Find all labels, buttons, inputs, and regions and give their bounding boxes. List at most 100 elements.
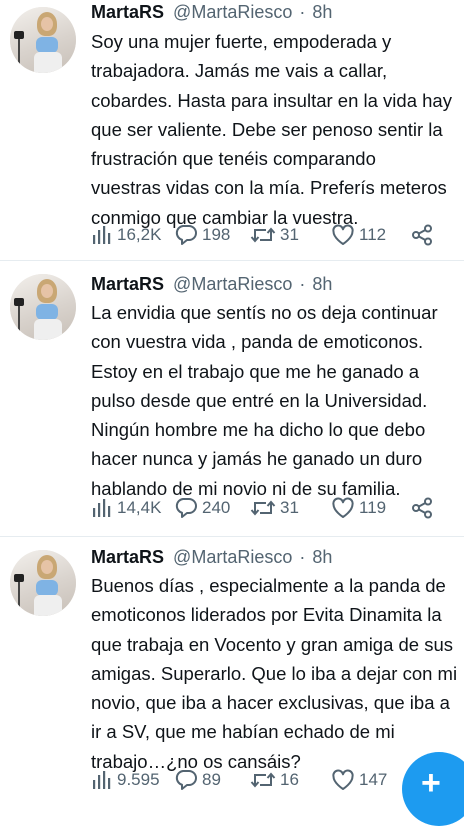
avatar-lamp [14, 31, 24, 39]
views-icon [93, 771, 111, 789]
avatar-lamp-stand [18, 304, 20, 338]
reply-count: 240 [202, 498, 231, 517]
heart-icon [332, 769, 354, 790]
tweet-header: MartaRS @MartaRiesco · 8h [91, 0, 332, 24]
tweet-text: La envidia que sentís no os deja continu… [91, 298, 464, 503]
user-handle[interactable]: @MartaRiesco [173, 547, 292, 567]
tweet-text-line: que trabaja en Vocento y gran amiga de s… [91, 633, 454, 655]
tweet-text: Soy una mujer fuerte, empoderada y traba… [91, 27, 464, 232]
reply-icon [175, 498, 197, 518]
share-icon [412, 497, 432, 519]
views-icon [93, 499, 111, 517]
compose-tweet-button[interactable]: + [402, 752, 464, 826]
reply-button[interactable]: 198 [174, 222, 230, 248]
avatar-lamp [14, 298, 24, 306]
avatar-top [36, 37, 58, 53]
avatar-face [41, 284, 53, 298]
retweet-count: 16 [280, 770, 299, 789]
reply-count: 89 [202, 770, 221, 789]
tweet-header: MartaRS @MartaRiesco · 8h [91, 545, 332, 569]
avatar[interactable] [10, 550, 76, 616]
display-name[interactable]: MartaRS [91, 547, 164, 567]
reply-button[interactable]: 89 [174, 767, 221, 793]
divider [0, 260, 464, 261]
separator-dot: · [299, 274, 306, 294]
separator-dot: · [299, 2, 306, 22]
tweet-text-line: pulso desde que entré en la Universidad. [91, 389, 428, 411]
retweet-button[interactable]: 31 [250, 495, 299, 521]
reply-icon [175, 770, 197, 790]
views-count: 16,2K [117, 225, 162, 244]
display-name[interactable]: MartaRS [91, 274, 164, 294]
heart-icon [332, 224, 354, 245]
separator-dot: · [299, 547, 306, 567]
tweet-actions: 16,2K 198 31 112 [91, 222, 464, 248]
user-handle[interactable]: @MartaRiesco [173, 2, 292, 22]
tweet-text-line: novio, que iba a hacer exclusivas, que i… [91, 692, 450, 714]
avatar-top [36, 304, 58, 320]
retweet-icon [250, 772, 276, 788]
tweet-header: MartaRS @MartaRiesco · 8h [91, 272, 332, 296]
like-button[interactable]: 119 [331, 495, 386, 521]
avatar-legs [34, 52, 62, 73]
heart-icon [332, 497, 354, 518]
like-button[interactable]: 147 [331, 767, 387, 793]
tweet-text-line: trabajadora. Jamás me vais a callar, [91, 60, 388, 82]
share-icon [412, 224, 432, 246]
like-button[interactable]: 112 [331, 222, 386, 248]
tweet-text-line: amigas. Superarlo. Que lo iba a dejar co… [91, 662, 458, 684]
reply-count: 198 [202, 225, 231, 244]
tweet[interactable]: MartaRS @MartaRiesco · 8h Buenos días , … [0, 538, 464, 800]
display-name[interactable]: MartaRS [91, 2, 164, 22]
tweet-text-line: La envidia que sentís no os deja continu… [91, 302, 438, 323]
tweet-text-line: hacer nunca y jamás he ganado un duro [91, 448, 423, 470]
reply-icon [175, 225, 197, 245]
tweet-text-line: vuestras vidas con la mía. Preferís mete… [91, 177, 447, 199]
like-count: 119 [359, 498, 387, 517]
avatar-lamp-stand [18, 580, 20, 614]
like-count: 147 [359, 770, 388, 789]
tweet[interactable]: MartaRS @MartaRiesco · 8h Soy una mujer … [0, 0, 464, 256]
retweet-button[interactable]: 16 [250, 767, 299, 793]
timestamp[interactable]: 8h [312, 2, 332, 22]
tweet-text-line: Soy una mujer fuerte, empoderada y [91, 31, 392, 52]
divider [0, 536, 464, 537]
reply-button[interactable]: 240 [174, 495, 230, 521]
tweet-text-line: emoticonos liderados por Evita Dinamita … [91, 604, 442, 626]
avatar-top [36, 580, 58, 596]
timestamp[interactable]: 8h [312, 274, 332, 294]
plus-icon: + [421, 764, 441, 802]
avatar-legs [34, 319, 62, 340]
avatar-lamp [14, 574, 24, 582]
retweet-button[interactable]: 31 [250, 222, 299, 248]
avatar-face [41, 560, 53, 574]
retweet-count: 31 [280, 225, 299, 244]
like-count: 112 [359, 225, 387, 244]
tweet-text: Buenos días , especialmente a la panda d… [91, 571, 464, 776]
avatar[interactable] [10, 7, 76, 73]
avatar-legs [34, 595, 62, 616]
views-button[interactable]: 14,4K [91, 495, 161, 521]
share-button[interactable] [411, 495, 433, 521]
tweet-text-line: que ser valiente. Debe ser penoso sentir… [91, 118, 443, 140]
avatar-lamp-stand [18, 37, 20, 71]
share-button[interactable] [411, 222, 433, 248]
avatar[interactable] [10, 274, 76, 340]
views-count: 9.595 [117, 770, 160, 789]
views-count: 14,4K [117, 498, 162, 517]
tweet-actions: 14,4K 240 31 119 [91, 495, 464, 521]
timestamp[interactable]: 8h [312, 547, 332, 567]
avatar-face [41, 17, 53, 31]
retweet-icon [250, 227, 276, 243]
tweet-text-line: Estoy en el trabajo que me he ganado a [91, 360, 420, 382]
user-handle[interactable]: @MartaRiesco [173, 274, 292, 294]
tweet-text-line: frustración que tenéis comparando [91, 148, 376, 170]
views-button[interactable]: 16,2K [91, 222, 161, 248]
views-icon [93, 226, 111, 244]
tweet-text-line: ir a SV, que me habían echado de mi [91, 721, 395, 743]
tweet-text-line: Ningún hombre me ha dicho lo que debo [91, 419, 426, 441]
views-button[interactable]: 9.595 [91, 767, 160, 793]
retweet-icon [250, 500, 276, 516]
tweet[interactable]: MartaRS @MartaRiesco · 8h La envidia que… [0, 262, 464, 524]
tweet-text-line: Buenos días , especialmente a la panda d… [91, 575, 446, 596]
